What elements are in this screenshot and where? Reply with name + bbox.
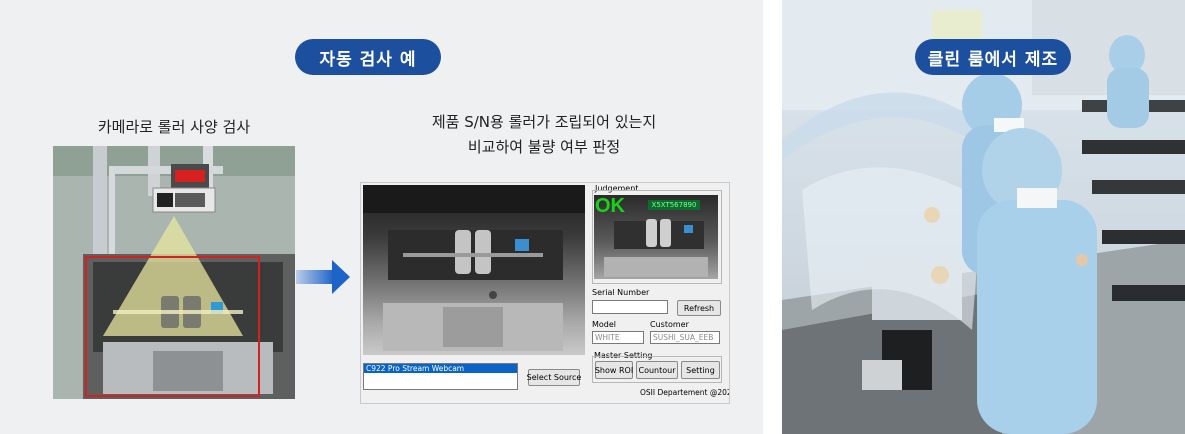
camera-inspection-caption: 카메라로 롤러 사양 검사 [97,118,251,136]
compare-caption: 제품 S/N용 롤러가 조립되어 있는지 비교하여 불량 여부 판정 [360,110,728,160]
camera-source-list[interactable]: C922 Pro Stream Webcam [363,363,518,390]
clean-room-badge: 클린 룸에서 제조 [915,39,1071,75]
refresh-button[interactable]: Refresh [677,300,721,316]
judgement-image: OK X5XT567890 [594,195,718,279]
show-roi-button[interactable]: Show ROI [595,361,633,379]
select-source-button[interactable]: Select Source [527,369,581,386]
roi-highlight-box [85,256,260,397]
ok-result: OK [595,195,625,217]
inspection-software-window: Judgement OK X5XT567890 Serial Number Re… [360,182,730,404]
customer-field[interactable]: SUSHI_SUA_EEB [650,331,720,344]
auto-inspection-badge: 자동 검사 예 [295,39,441,75]
serial-number-label: Serial Number [592,288,650,297]
serial-tag: X5XT567890 [648,200,700,210]
customer-label: Customer [650,320,689,329]
compare-caption-line1: 제품 S/N용 롤러가 조립되어 있는지 [431,113,657,131]
countour-button[interactable]: Countour [636,361,678,379]
camera-list-item[interactable]: C922 Pro Stream Webcam [364,364,517,373]
camera-inspection-photo [53,146,295,399]
page: 자동 검사 예 카메라로 롤러 사양 검사 제품 S/N용 롤러가 조립되어 있… [0,0,1185,434]
compare-caption-line2: 비교하여 불량 여부 판정 [467,138,621,156]
right-arrow-icon [296,260,352,298]
setting-button[interactable]: Setting [681,361,720,379]
auto-inspection-panel: 자동 검사 예 카메라로 롤러 사양 검사 제품 S/N용 롤러가 조립되어 있… [0,0,763,434]
clean-room-photo: 클린 룸에서 제조 [782,0,1185,434]
live-camera-view [363,185,585,355]
footer-credit: OSII Departement @2020 [640,388,730,397]
model-label: Model [592,320,617,329]
model-field[interactable]: WHITE [592,331,644,344]
serial-number-input[interactable] [592,300,668,314]
